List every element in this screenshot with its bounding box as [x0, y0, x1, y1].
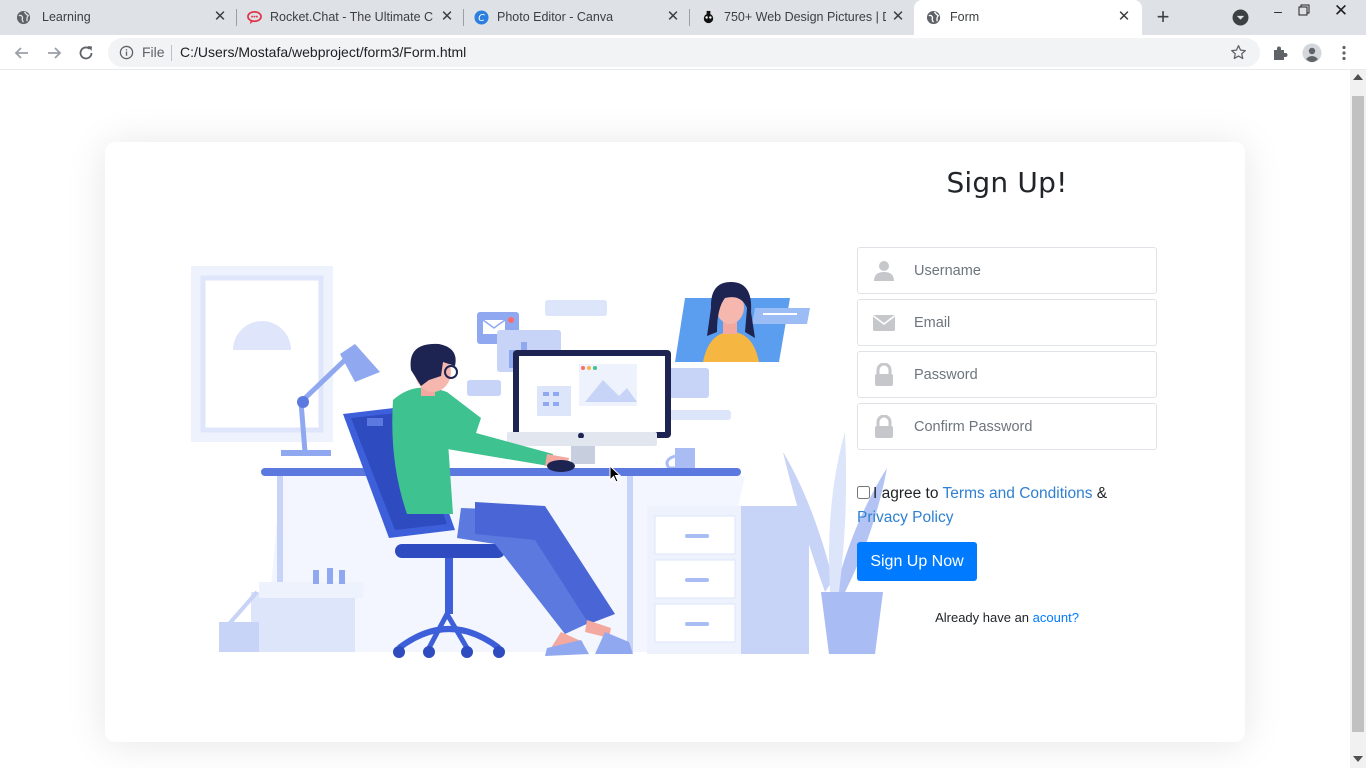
- scroll-thumb[interactable]: [1352, 96, 1364, 732]
- tab-title: 750+ Web Design Pictures | Do: [724, 10, 886, 24]
- globe-icon: [926, 10, 941, 25]
- new-tab-button[interactable]: +: [1152, 6, 1174, 29]
- tab-strip: Learning ✕ Rocket.Chat - The Ultimate Co…: [0, 0, 1366, 35]
- bookmark-star-icon[interactable]: [1230, 44, 1247, 61]
- back-arrow-icon[interactable]: [12, 43, 32, 63]
- svg-text:C: C: [478, 13, 485, 24]
- email-input[interactable]: [914, 300, 1146, 345]
- tab-form[interactable]: Form ✕: [914, 0, 1142, 35]
- url-scheme-label: File: [142, 44, 165, 60]
- tab-close-icon[interactable]: ✕: [665, 9, 681, 25]
- signup-card: Sign Up! I agree to Terms and Conditions: [105, 142, 1245, 742]
- lock-icon: [875, 363, 893, 386]
- confirm-password-field[interactable]: [857, 403, 1157, 450]
- tab-search-icon[interactable]: [1232, 9, 1249, 26]
- login-link[interactable]: acount?: [1033, 610, 1079, 625]
- tab-title: Form: [950, 10, 980, 24]
- profile-avatar-icon[interactable]: [1302, 43, 1322, 63]
- username-input[interactable]: [914, 248, 1146, 293]
- tab-title: Rocket.Chat - The Ultimate Co: [270, 10, 433, 24]
- forward-arrow-icon[interactable]: [44, 43, 64, 63]
- user-icon: [874, 261, 894, 281]
- signup-button[interactable]: Sign Up Now: [857, 542, 977, 581]
- password-field[interactable]: [857, 351, 1157, 398]
- extensions-puzzle-icon[interactable]: [1270, 43, 1290, 63]
- menu-dots-icon[interactable]: [1334, 43, 1354, 63]
- ampersand-text: &: [1096, 485, 1108, 502]
- terms-agreement: I agree to Terms and Conditions & Privac…: [857, 482, 1157, 530]
- confirm-password-input[interactable]: [914, 404, 1146, 449]
- canva-icon: C: [474, 10, 489, 25]
- tab-rocketchat[interactable]: Rocket.Chat - The Ultimate Co ✕: [228, 0, 464, 35]
- login-prompt-text: Already have an: [935, 610, 1030, 625]
- scroll-up-arrow-icon[interactable]: [1353, 74, 1363, 80]
- vertical-scrollbar[interactable]: [1350, 70, 1366, 768]
- tab-close-icon[interactable]: ✕: [1116, 9, 1132, 25]
- username-field[interactable]: [857, 247, 1157, 294]
- globe-icon: [16, 10, 31, 25]
- tab-web-design-pictures[interactable]: 750+ Web Design Pictures | Do ✕: [682, 0, 914, 35]
- restore-icon: [1298, 4, 1310, 16]
- envelope-icon: [873, 315, 895, 331]
- privacy-link[interactable]: Privacy Policy: [857, 509, 953, 526]
- scroll-down-arrow-icon[interactable]: [1353, 756, 1363, 762]
- tab-title: Learning: [42, 10, 91, 24]
- agree-checkbox[interactable]: [857, 486, 870, 499]
- mouse-cursor-icon: [609, 465, 621, 483]
- restore-button[interactable]: [1289, 0, 1319, 30]
- tab-canva[interactable]: C Photo Editor - Canva ✕: [455, 0, 691, 35]
- tab-title: Photo Editor - Canva: [497, 10, 614, 24]
- browser-toolbar: File C:/Users/Mostafa/webproject/form3/F…: [0, 35, 1366, 70]
- workspace-illustration: [191, 266, 887, 658]
- email-field[interactable]: [857, 299, 1157, 346]
- page-viewport: Sign Up! I agree to Terms and Conditions: [0, 70, 1350, 768]
- tab-close-icon[interactable]: ✕: [439, 9, 455, 25]
- omnibox-divider: [171, 45, 172, 61]
- close-window-button[interactable]: ✕: [1326, 0, 1356, 30]
- rocketchat-icon: [247, 11, 262, 25]
- signup-form: Sign Up! I agree to Terms and Conditions: [857, 142, 1157, 742]
- address-bar[interactable]: File C:/Users/Mostafa/webproject/form3/F…: [108, 38, 1260, 67]
- tab-close-icon[interactable]: ✕: [890, 9, 906, 25]
- agree-text: I agree to: [873, 485, 939, 502]
- lock-icon: [875, 415, 893, 438]
- site-logo-icon: [703, 10, 714, 24]
- password-input[interactable]: [914, 352, 1146, 397]
- terms-link[interactable]: Terms and Conditions: [943, 485, 1093, 502]
- tab-learning[interactable]: Learning ✕: [0, 0, 236, 35]
- tab-close-icon[interactable]: ✕: [212, 9, 228, 25]
- login-hint: Already have an acount?: [857, 610, 1157, 625]
- page-title: Sign Up!: [946, 166, 1068, 199]
- info-icon[interactable]: [119, 45, 134, 60]
- reload-icon[interactable]: [76, 43, 96, 63]
- url-text[interactable]: C:/Users/Mostafa/webproject/form3/Form.h…: [180, 45, 466, 60]
